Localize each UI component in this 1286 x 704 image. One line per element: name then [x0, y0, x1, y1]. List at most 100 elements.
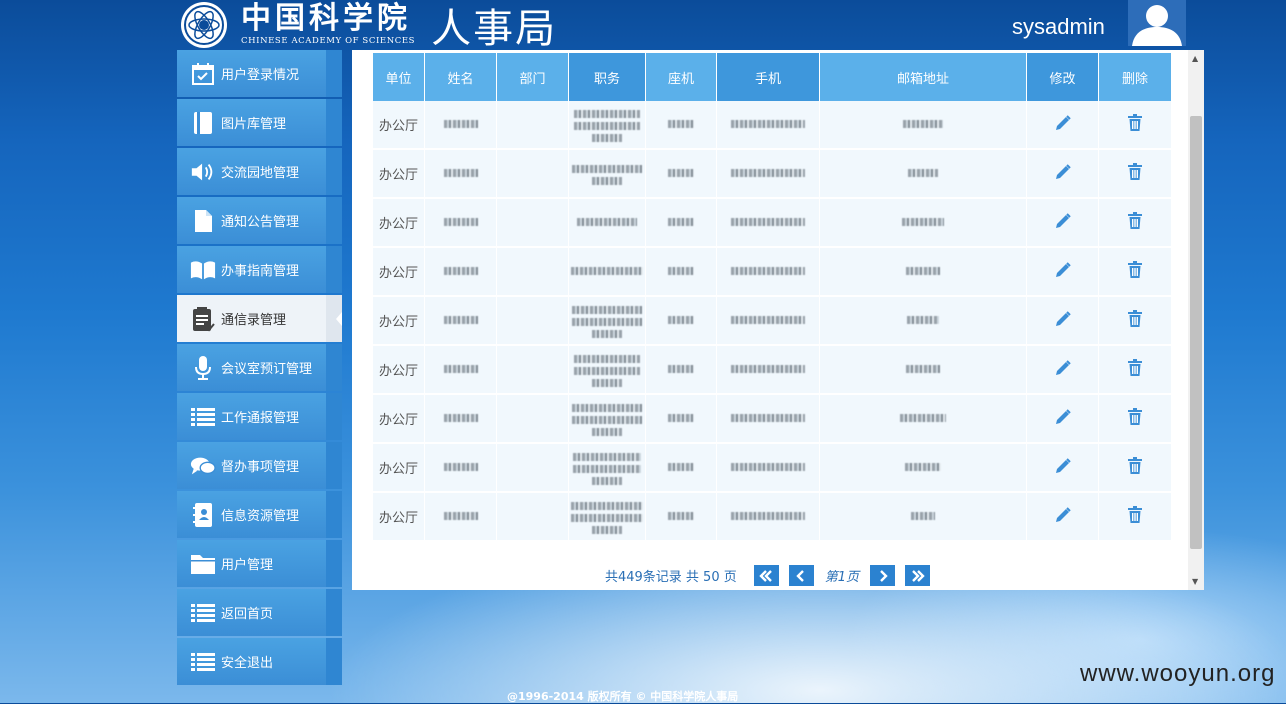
cell-mobile — [717, 444, 820, 493]
sidebar-item-login-status[interactable]: 用户登录情况 — [177, 50, 342, 97]
scroll-down-arrow-icon[interactable]: ▼ — [1192, 577, 1198, 586]
edit-pencil-icon[interactable] — [1054, 163, 1072, 181]
trash-icon[interactable] — [1128, 163, 1142, 180]
sidebar-item-contacts[interactable]: 通信录管理 — [177, 295, 342, 342]
first-page-button[interactable] — [753, 565, 779, 586]
user-icon — [1132, 5, 1182, 46]
table-row: 办公厅 — [373, 150, 1172, 199]
redacted-text — [574, 122, 640, 130]
sidebar-item-label: 会议室预订管理 — [221, 362, 313, 377]
sidebar-item-label: 通知公告管理 — [221, 215, 300, 230]
sidebar-item-work-report[interactable]: 工作通报管理 — [177, 393, 342, 440]
last-page-button[interactable] — [905, 565, 931, 586]
cell-edit — [1027, 444, 1099, 493]
trash-icon[interactable] — [1128, 506, 1142, 523]
redacted-text — [572, 404, 642, 412]
trash-icon[interactable] — [1128, 114, 1142, 131]
col-header-edit: 修改 — [1027, 53, 1099, 101]
edit-pencil-icon[interactable] — [1054, 359, 1072, 377]
edit-pencil-icon[interactable] — [1054, 457, 1072, 475]
sidebar-item-info-resources[interactable]: 信息资源管理 — [177, 491, 342, 538]
cell-position — [569, 199, 646, 248]
document-icon — [190, 208, 216, 234]
trash-icon[interactable] — [1128, 212, 1142, 229]
username[interactable]: sysadmin — [1012, 14, 1105, 40]
table-row: 办公厅 — [373, 395, 1172, 444]
cell-mobile — [717, 346, 820, 395]
trash-icon[interactable] — [1128, 359, 1142, 376]
edit-pencil-icon[interactable] — [1054, 114, 1072, 132]
redacted-text — [731, 414, 805, 422]
sidebar-item-forum[interactable]: 交流园地管理 — [177, 148, 342, 195]
dept-name: 人事局 — [431, 6, 558, 52]
sidebar-item-guide[interactable]: 办事指南管理 — [177, 246, 342, 293]
redacted-text — [900, 414, 946, 422]
sidebar-item-home[interactable]: 返回首页 — [177, 589, 342, 636]
scroll-thumb[interactable] — [1190, 116, 1202, 549]
table-row: 办公厅 — [373, 444, 1172, 493]
redacted-text — [592, 177, 622, 185]
redacted-text — [668, 218, 694, 226]
redacted-text — [573, 453, 641, 485]
sidebar-item-notice[interactable]: 通知公告管理 — [177, 197, 342, 244]
col-header-mobile: 手机 — [717, 53, 820, 101]
cell-position — [569, 297, 646, 346]
sidebar-item-gallery[interactable]: 图片库管理 — [177, 99, 342, 146]
cell-email — [820, 444, 1027, 493]
cell-edit — [1027, 101, 1099, 150]
sidebar-item-label: 办事指南管理 — [221, 264, 300, 279]
table-row: 办公厅 — [373, 248, 1172, 297]
redacted-text — [592, 330, 622, 338]
sidebar-item-label: 用户登录情况 — [221, 68, 300, 83]
redacted-text — [574, 367, 640, 375]
cell-mobile — [717, 248, 820, 297]
redacted-text — [731, 316, 805, 324]
table-row: 办公厅 — [373, 101, 1172, 150]
cell-department — [497, 444, 569, 493]
redacted-text — [592, 379, 622, 387]
cell-delete — [1099, 101, 1172, 150]
chevron-left-icon — [796, 569, 805, 582]
cell-landline — [646, 444, 717, 493]
edit-pencil-icon[interactable] — [1054, 212, 1072, 230]
cell-department — [497, 101, 569, 150]
prev-page-button[interactable] — [788, 565, 814, 586]
vertical-scrollbar[interactable]: ▲ ▼ — [1188, 50, 1204, 590]
cell-mobile — [717, 101, 820, 150]
sidebar-item-users[interactable]: 用户管理 — [177, 540, 342, 587]
trash-icon[interactable] — [1128, 408, 1142, 425]
cell-email — [820, 346, 1027, 395]
edit-pencil-icon[interactable] — [1054, 506, 1072, 524]
cell-landline — [646, 248, 717, 297]
cell-department — [497, 150, 569, 199]
sidebar-item-logout[interactable]: 安全退出 — [177, 638, 342, 685]
scroll-up-arrow-icon[interactable]: ▲ — [1192, 54, 1198, 63]
sidebar-item-supervision[interactable]: 督办事项管理 — [177, 442, 342, 489]
avatar[interactable] — [1128, 0, 1186, 46]
cell-name — [425, 395, 497, 444]
next-page-button[interactable] — [870, 565, 896, 586]
cell-department — [497, 297, 569, 346]
redacted-text — [668, 463, 694, 471]
cell-edit — [1027, 248, 1099, 297]
cell-mobile — [717, 150, 820, 199]
redacted-text — [574, 110, 640, 142]
redacted-text — [592, 134, 622, 142]
sidebar-item-meeting-room[interactable]: 会议室预订管理 — [177, 344, 342, 391]
redacted-text — [443, 463, 478, 471]
trash-icon[interactable] — [1128, 457, 1142, 474]
cell-unit: 办公厅 — [373, 444, 425, 493]
trash-icon[interactable] — [1128, 310, 1142, 327]
trash-icon[interactable] — [1128, 261, 1142, 278]
redacted-text — [571, 267, 643, 275]
edit-pencil-icon[interactable] — [1054, 310, 1072, 328]
sidebar-item-label: 用户管理 — [221, 558, 274, 573]
redacted-text — [571, 514, 643, 522]
cell-department — [497, 248, 569, 297]
cell-name — [425, 248, 497, 297]
edit-pencil-icon[interactable] — [1054, 261, 1072, 279]
microphone-icon — [190, 355, 216, 381]
edit-pencil-icon[interactable] — [1054, 408, 1072, 426]
cell-unit: 办公厅 — [373, 150, 425, 199]
redacted-text — [443, 120, 478, 128]
